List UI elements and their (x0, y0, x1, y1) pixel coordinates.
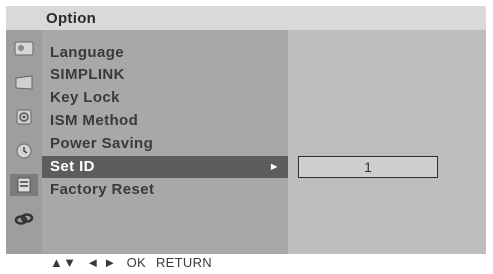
menu-item-set-id[interactable]: Set ID ► (42, 156, 288, 178)
menu-item-label: Factory Reset (50, 181, 155, 198)
menu-item-label: Set ID (50, 158, 95, 175)
menu-item-label: Language (50, 44, 125, 61)
clock-icon[interactable] (10, 140, 38, 162)
menu-item-factory-reset[interactable]: Factory Reset (42, 179, 288, 201)
right-arrow-icon: ► (268, 161, 280, 173)
screen-icon[interactable] (10, 72, 38, 94)
lock-icon[interactable] (10, 208, 38, 230)
option-menu-window: Option Language SIMPLINK Key Lock ISM Me… (6, 6, 486, 254)
title-bar: Option (6, 6, 486, 30)
picture-icon[interactable] (10, 38, 38, 60)
navigation-hint-bar: ▲▼ ◄ ► OK RETURN (50, 255, 212, 270)
menu-item-label: SIMPLINK (50, 66, 125, 83)
menu-item-label: Key Lock (50, 89, 120, 106)
option-menu-list: Language SIMPLINK Key Lock ISM Method Po… (42, 30, 288, 254)
menu-item-simplink[interactable]: SIMPLINK (42, 64, 288, 86)
speaker-icon[interactable] (10, 106, 38, 128)
menu-title: Option (46, 10, 97, 27)
set-id-value-box[interactable]: 1 (298, 156, 438, 178)
menu-item-label: ISM Method (50, 112, 139, 129)
category-icon-rail (6, 30, 42, 254)
up-down-arrows-icon: ▲▼ (50, 255, 77, 270)
return-hint: RETURN (155, 255, 212, 270)
menu-item-key-lock[interactable]: Key Lock (42, 87, 288, 109)
option-icon[interactable] (10, 174, 38, 196)
value-panel: 1 (288, 30, 486, 254)
menu-item-language[interactable]: Language (42, 42, 288, 64)
menu-item-power-saving[interactable]: Power Saving (42, 133, 288, 155)
menu-item-label: Power Saving (50, 135, 154, 152)
ok-hint: OK (126, 255, 146, 270)
left-right-arrows-icon: ◄ ► (86, 255, 117, 270)
menu-item-ism-method[interactable]: ISM Method (42, 110, 288, 132)
